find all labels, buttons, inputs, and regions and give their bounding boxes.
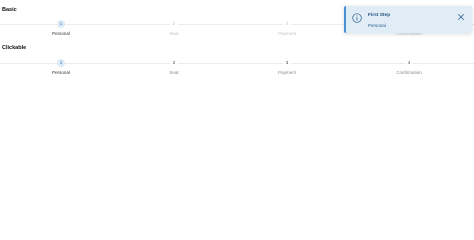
step-number: 1 — [57, 20, 65, 28]
basic-step-3: 3 Payment — [257, 20, 317, 36]
close-icon[interactable] — [458, 14, 464, 20]
step-number[interactable]: 1 — [57, 59, 65, 67]
step-label: Confirmation — [396, 70, 422, 75]
step-number: 2 — [170, 20, 178, 28]
basic-step-2: 2 Seat — [144, 20, 204, 36]
step-number[interactable]: 4 — [405, 59, 413, 67]
toast-title: First Step — [368, 13, 391, 18]
clickable-steps: 1 Personal 2 Seat 3 Payment 4 Confirmati… — [0, 59, 474, 81]
step-label: Personal — [52, 31, 70, 36]
step-label: Seat — [169, 31, 179, 36]
clickable-step-2[interactable]: 2 Seat — [144, 59, 204, 75]
step-number[interactable]: 3 — [283, 59, 291, 67]
step-label: Personal — [52, 70, 70, 75]
info-circle-icon — [352, 13, 362, 23]
step-label: Payment — [278, 70, 296, 75]
basic-section-title: Basic — [2, 7, 17, 13]
toast-message: First Step Personal — [344, 6, 472, 33]
basic-step-1: 1 Personal — [31, 20, 91, 36]
step-number: 3 — [283, 20, 291, 28]
clickable-step-3[interactable]: 3 Payment — [257, 59, 317, 75]
step-label: Payment — [278, 31, 296, 36]
step-label: Seat — [169, 70, 179, 75]
step-number[interactable]: 2 — [170, 59, 178, 67]
clickable-step-1[interactable]: 1 Personal — [31, 59, 91, 75]
toast-detail: Personal — [368, 23, 386, 28]
clickable-section-title: Clickable — [2, 45, 27, 51]
clickable-step-4[interactable]: 4 Confirmation — [379, 59, 439, 75]
